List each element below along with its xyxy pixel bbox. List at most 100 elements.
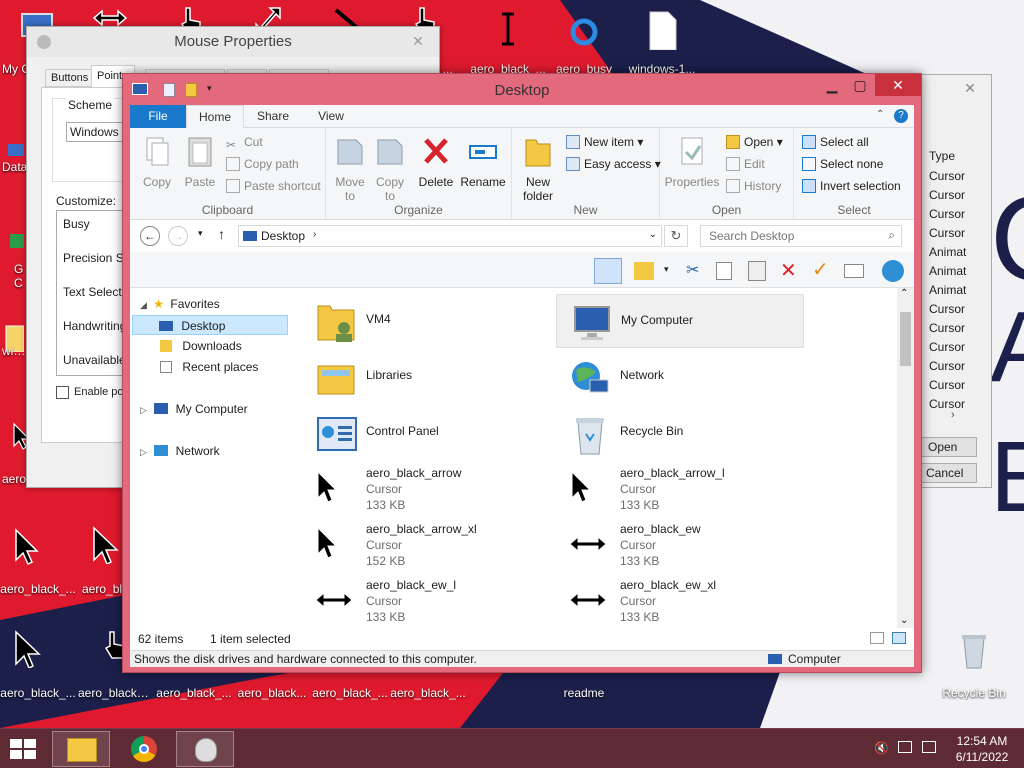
location-item[interactable]: Control Panel xyxy=(302,406,550,460)
tab-view[interactable]: View xyxy=(306,105,356,128)
check-folder-icon[interactable] xyxy=(634,262,654,280)
copy-button[interactable]: Copy xyxy=(138,134,176,189)
file-item[interactable]: aero_black_arrow_l Cursor 133 KB xyxy=(556,462,804,516)
location-item[interactable]: VM4 xyxy=(302,294,550,348)
desktop-icon-text-cursor[interactable]: aero_black_... xyxy=(470,0,546,80)
open-button[interactable]: Open xyxy=(919,437,977,457)
close-button[interactable]: ✕ xyxy=(403,31,433,51)
nav-my-computer[interactable]: ▷ My Computer xyxy=(140,399,248,419)
vertical-scrollbar[interactable]: ⌃ ⌄ xyxy=(897,288,914,628)
mouse-properties-titlebar[interactable]: Mouse Properties ✕ xyxy=(27,27,439,57)
paste-button[interactable]: Paste xyxy=(180,134,220,189)
breadcrumb-chevron-icon[interactable]: › xyxy=(313,229,316,240)
file-item[interactable]: aero_black_arrow_xl Cursor 152 KB xyxy=(302,518,550,572)
open-button[interactable]: Open ▾ xyxy=(726,132,783,152)
new-folder-button[interactable]: New folder xyxy=(518,134,558,203)
type-column-header[interactable]: Type xyxy=(929,149,955,163)
type-cell[interactable]: Cursor xyxy=(929,359,965,373)
ribbon-collapse-icon[interactable]: ⌃ xyxy=(876,109,884,120)
tab-file[interactable]: File xyxy=(130,105,186,128)
paste-shortcut-button[interactable]: Paste shortcut xyxy=(226,176,321,196)
history-button[interactable]: History xyxy=(726,176,781,196)
move-to-button[interactable]: Move to xyxy=(332,134,368,203)
collapse-arrow-icon[interactable]: ◢ xyxy=(140,300,147,310)
location-item[interactable]: Libraries xyxy=(302,350,550,404)
nav-desktop[interactable]: Desktop xyxy=(132,315,288,335)
type-cell[interactable]: Cursor xyxy=(929,188,965,202)
nav-network[interactable]: ▷ Network xyxy=(140,441,220,461)
expand-arrow-icon[interactable]: ▷ xyxy=(140,447,147,457)
invert-selection-button[interactable]: Invert selection xyxy=(802,176,901,196)
cut-button[interactable]: ✂ Cut xyxy=(226,132,263,152)
details-view-icon[interactable] xyxy=(870,632,884,644)
taskbar-chrome[interactable] xyxy=(114,731,172,767)
rename-button[interactable]: Rename xyxy=(460,134,506,189)
scroll-up-icon[interactable]: ⌃ xyxy=(900,288,908,299)
horizontal-scroll-right-icon[interactable]: › xyxy=(951,409,955,421)
type-cell[interactable]: Cursor xyxy=(929,340,965,354)
checkmark-icon[interactable]: ✓ xyxy=(812,257,829,282)
maximize-button[interactable]: ▢ xyxy=(845,74,875,96)
desktop-icon-busy-cursor[interactable]: aero_busy xyxy=(546,0,622,80)
copy-path-button[interactable]: Copy path xyxy=(226,154,299,174)
nav-recent-places[interactable]: Recent places xyxy=(160,357,258,377)
nav-downloads[interactable]: Downloads xyxy=(160,336,242,356)
taskbar-mouse-properties[interactable] xyxy=(176,731,234,767)
expand-arrow-icon[interactable]: ▷ xyxy=(140,405,147,415)
file-item[interactable]: aero_black_ew Cursor 133 KB xyxy=(556,518,804,572)
type-cell[interactable]: Cursor xyxy=(929,226,965,240)
select-none-button[interactable]: Select none xyxy=(802,154,883,174)
rename-icon[interactable] xyxy=(844,264,864,278)
globe-icon[interactable] xyxy=(882,260,904,282)
new-item-button[interactable]: New item ▾ xyxy=(566,132,643,152)
preview-pane-icon[interactable] xyxy=(594,258,622,284)
search-box[interactable]: Search Desktop ⌕ xyxy=(700,225,902,247)
search-input[interactable]: Search Desktop xyxy=(709,229,794,243)
up-button[interactable]: ↑ xyxy=(218,226,225,242)
desktop-icon-arrow-cursor-a[interactable]: aero_black_... xyxy=(0,520,76,600)
address-dropdown-icon[interactable]: ⌄ xyxy=(649,229,657,240)
cursor-list-item[interactable]: Unavailable xyxy=(63,353,126,367)
clock-time[interactable]: 12:54 AM xyxy=(950,734,1014,748)
select-all-button[interactable]: Select all xyxy=(802,132,869,152)
back-button[interactable]: ← xyxy=(140,226,160,246)
large-icons-view-icon[interactable] xyxy=(892,632,906,644)
properties-button[interactable]: Properties xyxy=(664,134,720,189)
location-item[interactable]: Network xyxy=(556,350,804,404)
toolbar-dropdown-icon[interactable]: ▾ xyxy=(664,264,669,275)
close-button[interactable]: ✕ xyxy=(875,74,921,96)
type-cell[interactable]: Cursor xyxy=(929,321,965,335)
desktop-icon-recycle-bin[interactable]: Recycle Bin xyxy=(936,624,1012,704)
type-cell[interactable]: Animat xyxy=(929,245,966,259)
recent-locations-icon[interactable]: ▾ xyxy=(198,228,203,239)
type-cell[interactable]: Cursor xyxy=(929,169,965,183)
location-item[interactable]: Recycle Bin xyxy=(556,406,804,460)
type-cell[interactable]: Cursor xyxy=(929,207,965,221)
copy-icon[interactable] xyxy=(716,262,732,280)
taskbar-file-explorer[interactable] xyxy=(52,731,110,767)
forward-button[interactable]: → xyxy=(168,226,188,246)
easy-access-button[interactable]: Easy access ▾ xyxy=(566,154,661,174)
address-bar[interactable]: Desktop › ⌄ xyxy=(238,225,662,247)
cursor-list-item[interactable]: Handwriting xyxy=(63,319,126,333)
type-cell[interactable]: Cursor xyxy=(929,378,965,392)
tab-buttons[interactable]: Buttons xyxy=(45,69,95,87)
refresh-button[interactable]: ↻ xyxy=(664,225,688,247)
nav-favorites[interactable]: ◢ ★ Favorites xyxy=(140,294,290,314)
cursor-list-item[interactable]: Text Select xyxy=(63,285,122,299)
type-cell[interactable]: Cursor xyxy=(929,302,965,316)
breadcrumb-desktop[interactable]: Desktop xyxy=(261,229,305,243)
scroll-down-icon[interactable]: ⌄ xyxy=(900,615,908,626)
action-center-icon[interactable] xyxy=(922,741,936,753)
enable-pointer-checkbox[interactable] xyxy=(56,386,69,399)
open-dialog-close-button[interactable]: ✕ xyxy=(955,79,985,97)
location-item[interactable]: My Computer xyxy=(556,294,804,348)
file-item[interactable]: aero_black_ew_l Cursor 133 KB xyxy=(302,574,550,628)
scroll-thumb[interactable] xyxy=(900,312,911,366)
delete-button[interactable]: Delete xyxy=(416,134,456,189)
tab-share[interactable]: Share xyxy=(248,105,298,128)
start-button[interactable] xyxy=(8,737,38,761)
delete-icon[interactable]: ✕ xyxy=(780,258,797,283)
desktop-icon-windows-file[interactable]: windows-1... xyxy=(624,0,700,80)
volume-muted-icon[interactable]: 🔇 xyxy=(874,741,889,755)
